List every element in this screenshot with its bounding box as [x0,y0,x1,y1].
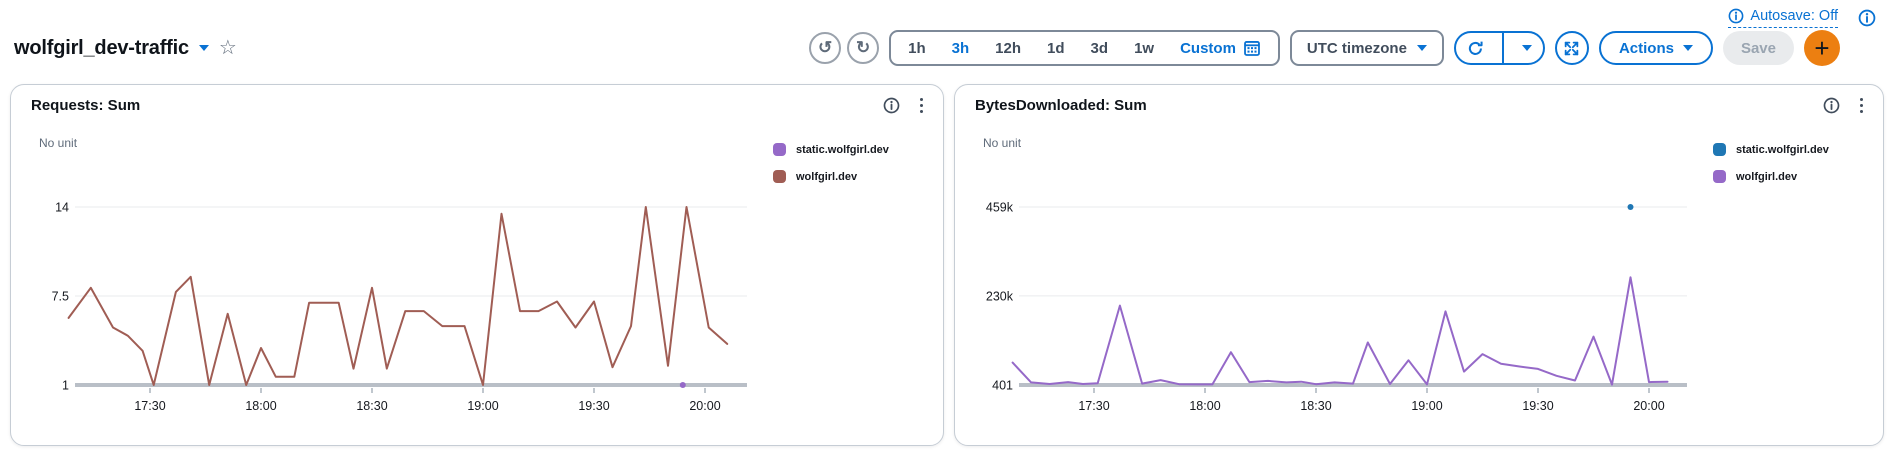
time-range-group: 1h 3h 12h 1d 3d 1w Custom [889,30,1280,66]
timezone-label: UTC timezone [1306,39,1407,57]
time-range-1w[interactable]: 1w [1121,32,1167,64]
x-tick-label: 19:30 [578,399,609,413]
dashboard-info-icon[interactable] [1858,9,1876,27]
widget-title: Requests: Sum [31,97,141,115]
y-tick-label: 1 [62,379,69,393]
legend-swatch [773,170,786,183]
x-tick-label: 20:00 [689,399,720,413]
axis-unit-label: No unit [983,136,1022,150]
time-range-custom[interactable]: Custom [1167,32,1274,64]
chart-legend: static.wolfgirl.dev wolfgirl.dev [773,143,889,183]
x-tick-label: 17:30 [1078,399,1109,413]
refresh-button[interactable] [1456,33,1493,63]
cloudwatch-dashboard: Autosave: Off wolfgirl_dev-traffic ☆ ↺ ↻… [0,0,1892,462]
x-tick-label: 17:30 [134,399,165,413]
x-tick-label: 19:00 [467,399,498,413]
legend-swatch [1713,143,1726,156]
page-title: wolfgirl_dev-traffic [14,36,189,59]
widget-info-icon[interactable] [883,97,900,114]
legend-label: static.wolfgirl.dev [1736,143,1829,156]
series-point[interactable] [1627,204,1634,210]
requests-chart[interactable]: No unit 1 7.5 14 17:30 18:00 18:30 19:00 19:30 20… [11,85,943,443]
series-line[interactable] [1011,276,1669,386]
save-button[interactable]: Save [1722,31,1794,65]
legend-label: static.wolfgirl.dev [796,143,889,156]
widget-info-icon[interactable] [1823,97,1840,114]
title-group: wolfgirl_dev-traffic ☆ [14,37,237,60]
refresh-options-button[interactable] [1513,33,1543,63]
x-tick-label: 19:00 [1411,399,1442,413]
requests-widget: No unit 1 7.5 14 17:30 18:00 18:30 19:00 19:30 20… [10,84,944,446]
legend-item[interactable]: static.wolfgirl.dev [773,143,889,156]
y-tick-label: 14 [55,201,69,215]
chart-legend: static.wolfgirl.dev wolfgirl.dev [1713,143,1829,183]
actions-label: Actions [1618,39,1674,57]
timezone-dropdown[interactable]: UTC timezone [1289,30,1444,66]
redo-button[interactable]: ↻ [847,32,880,64]
widget-menu-icon[interactable] [918,96,925,115]
series-point[interactable] [679,382,686,388]
redo-icon: ↻ [856,38,871,57]
widget-header: BytesDownloaded: Sum [975,96,1865,115]
time-range-3h[interactable]: 3h [939,32,983,64]
chevron-down-icon [1682,45,1693,51]
legend-swatch [773,143,786,156]
fullscreen-icon [1563,40,1580,57]
autosave-row: Autosave: Off [1728,8,1876,28]
y-tick-label: 459k [986,201,1014,215]
legend-label: wolfgirl.dev [1736,170,1798,183]
title-dropdown-caret[interactable] [198,45,209,51]
y-tick-label: 401 [992,379,1013,393]
favorite-star-icon[interactable]: ☆ [219,38,237,58]
undo-button[interactable]: ↺ [809,32,842,64]
time-range-3d[interactable]: 3d [1078,32,1122,64]
legend-item[interactable]: wolfgirl.dev [773,170,889,183]
bytes-downloaded-widget: No unit 401 230k 459k 17:30 18:00 18:30 19:00 19… [954,84,1884,446]
autosave-label: Autosave: Off [1750,8,1838,24]
widget-menu-icon[interactable] [1858,96,1865,115]
bytes-downloaded-chart[interactable]: No unit 401 230k 459k 17:30 18:00 18:30 19:00 19… [955,85,1883,443]
legend-item[interactable]: wolfgirl.dev [1713,170,1829,183]
chevron-down-icon [1521,45,1532,51]
x-tick-label: 18:30 [356,399,387,413]
fullscreen-button[interactable] [1554,31,1589,65]
refresh-icon [1467,40,1484,57]
refresh-split-button [1453,31,1545,65]
x-tick-label: 18:00 [1189,399,1220,413]
add-widget-button[interactable]: + [1804,30,1840,66]
x-tick-label: 18:00 [245,399,276,413]
toolbar: wolfgirl_dev-traffic ☆ ↺ ↻ 1h 3h 12h 1d 3d 1w… [14,30,1840,66]
time-range-1d[interactable]: 1d [1034,32,1078,64]
time-range-1h[interactable]: 1h [895,32,939,64]
custom-range-label: Custom [1180,39,1236,57]
x-tick-label: 19:30 [1522,399,1553,413]
legend-item[interactable]: static.wolfgirl.dev [1713,143,1829,156]
legend-swatch [1713,170,1726,183]
y-tick-label: 230k [986,289,1014,303]
widget-header-icons [1823,96,1865,115]
axis-unit-label: No unit [39,136,78,150]
info-icon [1728,8,1744,24]
undo-icon: ↺ [818,38,833,57]
actions-button[interactable]: Actions [1598,31,1713,65]
x-tick-label: 20:00 [1633,399,1664,413]
y-tick-label: 7.5 [52,290,69,304]
chevron-down-icon [1416,45,1427,51]
split-divider [1501,33,1504,63]
widget-header-icons [883,96,925,115]
widget-title: BytesDownloaded: Sum [975,97,1147,115]
calendar-icon [1243,39,1261,57]
toolbar-controls: ↺ ↻ 1h 3h 12h 1d 3d 1w Custom UTC timezo… [809,30,1840,66]
widget-header: Requests: Sum [31,96,925,115]
autosave-toggle[interactable]: Autosave: Off [1728,8,1838,28]
legend-label: wolfgirl.dev [796,170,858,183]
time-range-12h[interactable]: 12h [982,32,1034,64]
x-tick-label: 18:30 [1300,399,1331,413]
